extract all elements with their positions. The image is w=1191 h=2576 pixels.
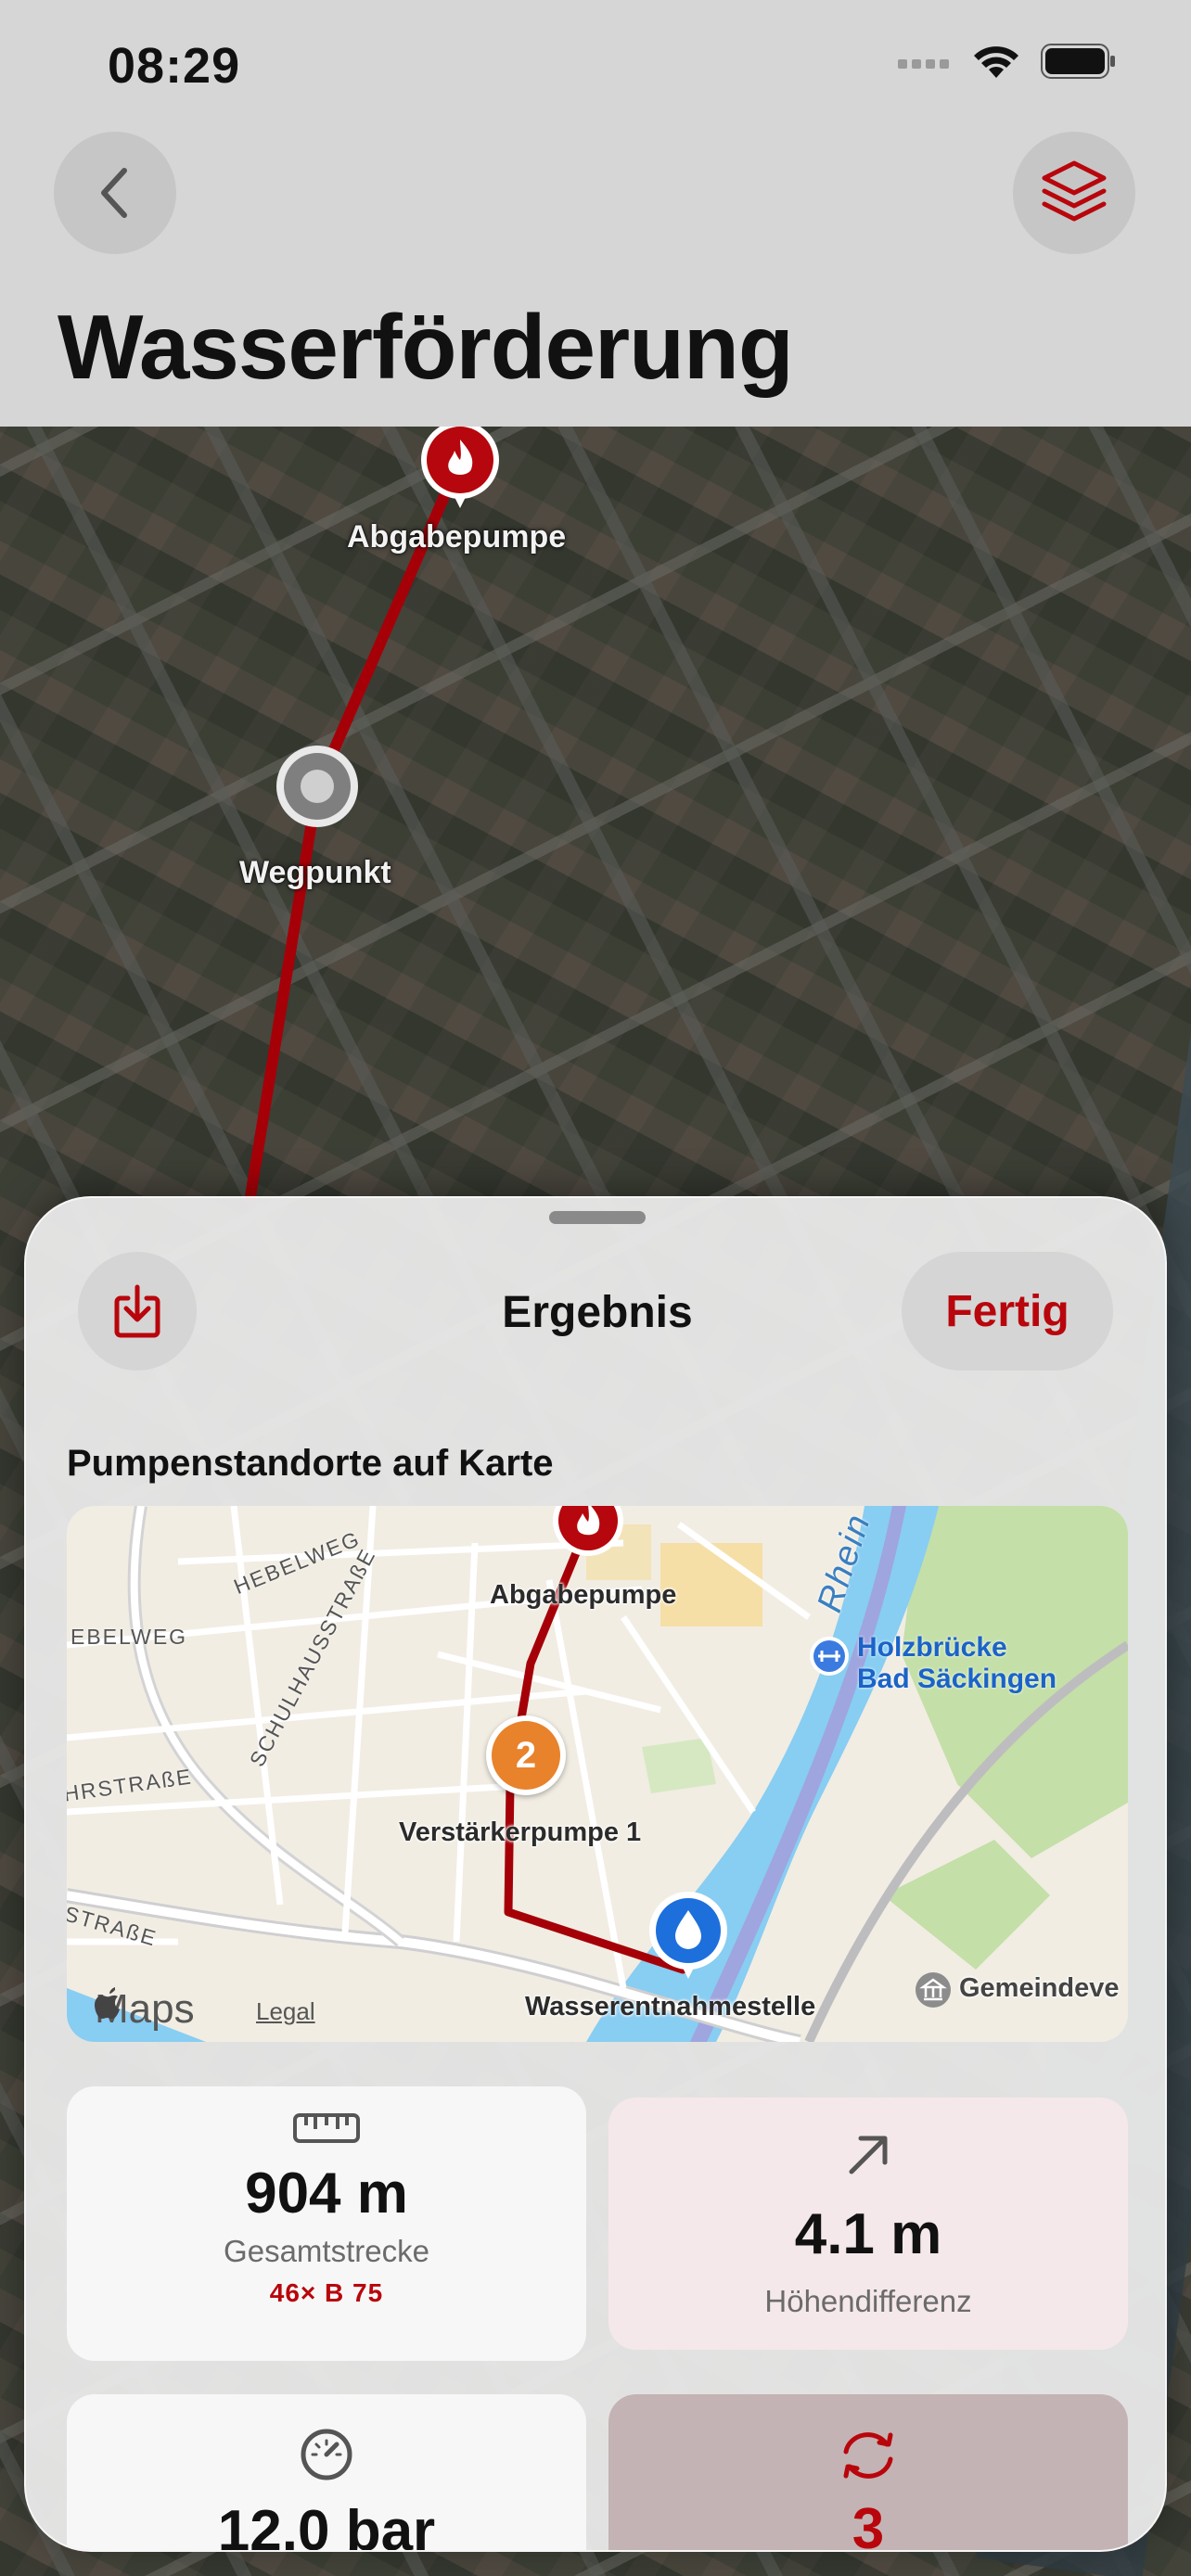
stat-card-elevation: 4.1 m Höhendifferenz	[608, 2098, 1128, 2350]
legal-link[interactable]: Legal	[256, 1997, 315, 2026]
pin-label-wegpunkt: Wegpunkt	[239, 855, 391, 890]
section-label: Pumpenstandorte auf Karte	[67, 1443, 554, 1484]
pin-label-abgabepumpe: Abgabepumpe	[347, 519, 567, 555]
map-label-abgabepumpe: Abgabepumpe	[490, 1580, 677, 1610]
flame-pin-icon[interactable]	[417, 427, 503, 510]
poi-name-line2: Bad Säckingen	[857, 1664, 1057, 1694]
stat-value-elevation: 4.1 m	[794, 2202, 942, 2266]
arrow-up-right-icon	[849, 2136, 888, 2174]
poi-holzbruecke[interactable]: Holzbrücke Bad Säckingen	[857, 1632, 1057, 1695]
map-label-verstaerkerpumpe: Verstärkerpumpe 1	[399, 1817, 642, 1847]
chevron-left-icon	[101, 168, 127, 218]
waypoint-pin-icon[interactable]	[273, 742, 362, 831]
stat-label-elevation: Höhendifferenz	[764, 2284, 972, 2318]
stat-value-pressure: 12.0 bar	[217, 2499, 436, 2552]
poi-gemeindeverwaltung: Gemeindeve	[959, 1973, 1120, 2003]
flame-pin-icon[interactable]	[549, 1506, 627, 1560]
map-label-wasserentnahmestelle: Wasserentnahmestelle	[525, 1992, 816, 2021]
stat-value-pump-count: 3	[852, 2497, 885, 2552]
status-icons	[898, 43, 1117, 80]
stat-card-total-distance: 904 m Gesamtstrecke 46× B 75	[67, 2086, 586, 2361]
layers-icon	[1042, 160, 1107, 222]
refresh-icon	[843, 2432, 893, 2479]
booster-pump-number: 2	[515, 1734, 537, 1776]
street-label-ebelweg: EBELWEG	[70, 1625, 188, 1649]
stat-sub-hoses: 46× B 75	[269, 2278, 384, 2307]
maps-attribution: Maps	[95, 1986, 195, 2033]
result-sheet: Ergebnis Fertig Pumpenstandorte auf Kart…	[24, 1196, 1167, 2552]
navigation-header: 08:29 Wasserförderung	[0, 0, 1191, 427]
done-button[interactable]: Fertig	[902, 1252, 1113, 1371]
gauge-icon	[301, 2429, 352, 2480]
back-button[interactable]	[54, 132, 176, 254]
ruler-icon	[293, 2113, 360, 2143]
map-layers-button[interactable]	[1013, 132, 1135, 254]
stat-value-total-distance: 904 m	[245, 2162, 408, 2225]
town-hall-poi-icon[interactable]	[915, 1971, 952, 2009]
bridge-poi-icon[interactable]	[809, 1636, 850, 1677]
poi-name-line1: Holzbrücke	[857, 1632, 1007, 1663]
booster-pump-pin[interactable]: 2	[486, 1715, 566, 1795]
apple-logo-icon	[95, 1987, 120, 2019]
cellular-signal-icon	[898, 59, 949, 69]
sheet-grabber[interactable]	[549, 1211, 646, 1224]
pump-locations-map[interactable]: HEBELWEG EBELWEG SCHULHAUSSTRAßE HRSTRAß…	[67, 1506, 1128, 2042]
stat-card-pump-count: 3	[608, 2394, 1128, 2552]
page-title: Wasserförderung	[58, 296, 794, 398]
stat-label-total-distance: Gesamtstrecke	[224, 2234, 429, 2268]
water-drop-pin-icon[interactable]	[647, 1890, 729, 1983]
wifi-icon	[974, 46, 1018, 78]
battery-icon	[1041, 44, 1115, 79]
status-time: 08:29	[108, 38, 241, 94]
booster-pump-badge: 2	[492, 1721, 560, 1790]
stat-card-pressure: 12.0 bar	[67, 2394, 586, 2552]
